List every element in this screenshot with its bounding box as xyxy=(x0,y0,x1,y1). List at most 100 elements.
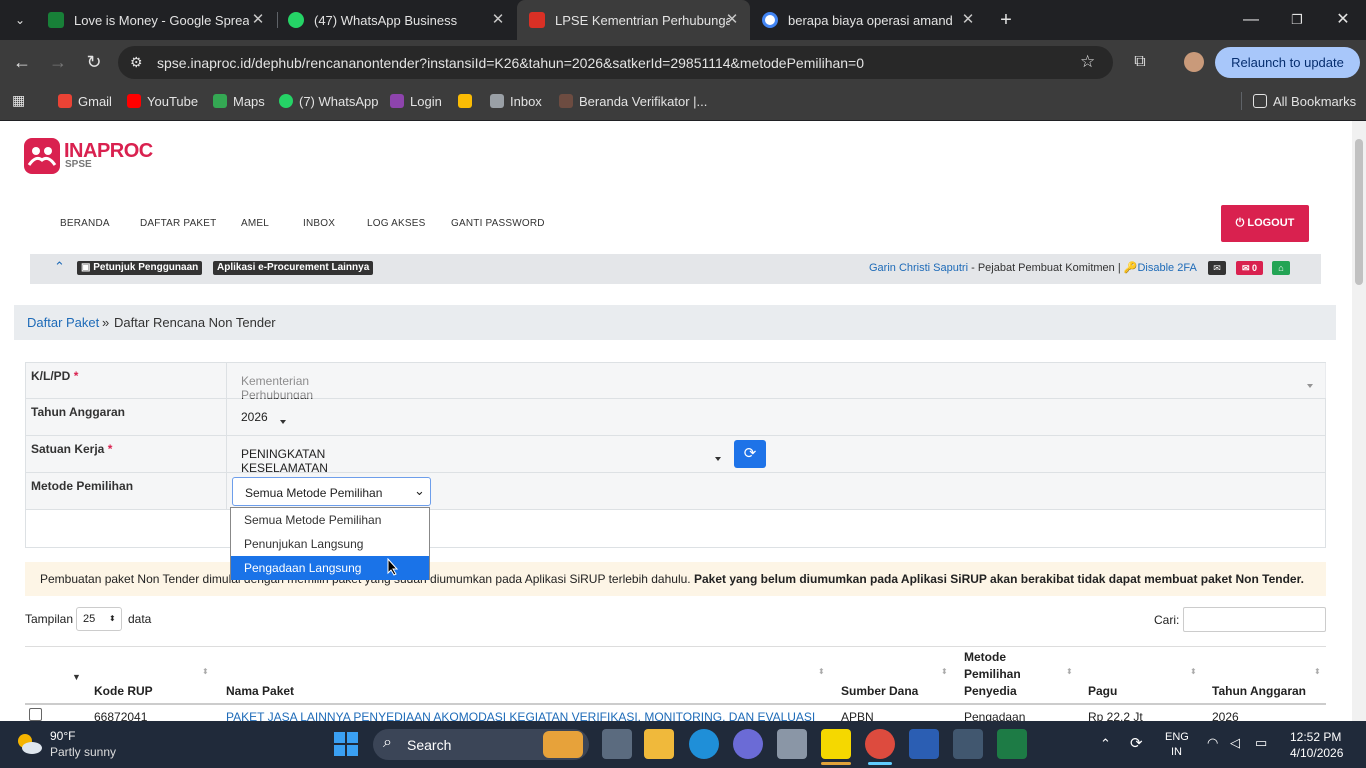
bookmark-pinwheel[interactable] xyxy=(458,92,478,110)
logout-button[interactable]: ⏻ LOGOUT xyxy=(1221,205,1309,242)
back-icon[interactable]: ← xyxy=(10,50,34,74)
tray-chevron-up-icon[interactable]: ⌃ xyxy=(1100,736,1111,752)
bookmark-login[interactable]: Login xyxy=(390,92,442,110)
profile-avatar[interactable] xyxy=(1184,52,1204,72)
sticky-notes-icon[interactable] xyxy=(821,729,851,759)
th-kode-rup[interactable]: Kode RUP xyxy=(94,684,153,698)
windows-start-icon[interactable] xyxy=(334,732,358,756)
forward-icon[interactable]: → xyxy=(46,50,70,74)
bookmark-youtube[interactable]: YouTube xyxy=(127,92,198,110)
sort-icon: ⬍ xyxy=(1314,667,1321,676)
page-scrollbar[interactable] xyxy=(1352,121,1366,721)
file-explorer-icon[interactable] xyxy=(644,729,674,759)
weather-desc[interactable]: Partly sunny xyxy=(50,745,116,759)
cell-nama-paket-link[interactable]: PAKET JASA LAINNYA PENYEDIAAN AKOMODASI … xyxy=(226,710,821,721)
refresh-button[interactable]: ⟳ xyxy=(734,440,766,468)
close-icon[interactable]: ✕ xyxy=(960,11,976,29)
user-name-link[interactable]: Garin Christi Saputri xyxy=(869,262,968,274)
scrollbar-thumb[interactable] xyxy=(1355,139,1363,285)
window-close-icon[interactable]: ✕ xyxy=(1328,8,1358,32)
th-tahun-anggaran[interactable]: Tahun Anggaran xyxy=(1212,684,1306,698)
close-icon[interactable]: ✕ xyxy=(724,11,740,29)
option-pengadaan-langsung[interactable]: Pengadaan Langsung xyxy=(231,556,429,580)
weather-icon[interactable] xyxy=(14,731,44,757)
length-select[interactable]: 25 ⬍ xyxy=(76,607,122,631)
all-bookmarks[interactable]: All Bookmarks xyxy=(1253,92,1356,110)
nav-beranda[interactable]: BERANDA xyxy=(60,218,110,229)
sort-desc-icon[interactable]: ▼ xyxy=(72,672,81,682)
close-icon[interactable]: ✕ xyxy=(490,11,506,29)
inbox-open-icon[interactable]: ⌂ xyxy=(1272,261,1290,275)
th-nama-paket[interactable]: Nama Paket xyxy=(226,684,294,698)
chrome-icon[interactable] xyxy=(865,729,895,759)
apps-grid-icon[interactable]: ▦ xyxy=(12,92,28,108)
language-region[interactable]: IN xyxy=(1171,746,1182,758)
taskbar-search[interactable]: ⌕ Search xyxy=(373,729,589,760)
mail-alert-badge[interactable]: ✉ 0 xyxy=(1236,261,1263,275)
whatsapp-icon xyxy=(279,94,293,108)
envelope-icon[interactable]: ✉ xyxy=(1208,261,1226,275)
battery-icon[interactable]: ▭ xyxy=(1255,735,1267,751)
sync-icon[interactable]: ⟳ xyxy=(1130,734,1143,752)
tab-google-search[interactable]: berapa biaya operasi amandel - ✕ xyxy=(750,0,986,40)
nav-inbox[interactable]: INBOX xyxy=(303,218,335,229)
th-pagu[interactable]: Pagu xyxy=(1088,684,1117,698)
tab-search-icon[interactable]: ⌄ xyxy=(8,8,32,32)
row-checkbox[interactable] xyxy=(29,708,42,721)
tab-lpse[interactable]: LPSE Kementrian Perhubungan ✕ xyxy=(517,0,750,40)
bookmark-whatsapp[interactable]: (7) WhatsApp xyxy=(279,92,378,110)
language-code[interactable]: ENG xyxy=(1165,731,1189,743)
url-text[interactable]: spse.inaproc.id/dephub/rencananontender?… xyxy=(157,55,864,71)
app-icon[interactable] xyxy=(733,729,763,759)
address-bar[interactable]: ⚙ spse.inaproc.id/dephub/rencananontende… xyxy=(118,46,1113,79)
excel-icon[interactable] xyxy=(997,729,1027,759)
site-info-icon[interactable]: ⚙ xyxy=(130,54,143,71)
bookmark-star-icon[interactable]: ☆ xyxy=(1080,52,1095,72)
bookmark-inbox[interactable]: Inbox xyxy=(490,92,542,110)
tab-spreadsheet[interactable]: Love is Money - Google Spread ✕ xyxy=(36,0,276,40)
pinwheel-icon xyxy=(458,94,472,108)
petunjuk-penggunaan-link[interactable]: ▣ Petunjuk Penggunaan xyxy=(77,261,203,275)
nav-daftar-paket[interactable]: DAFTAR PAKET xyxy=(140,218,216,229)
breadcrumb-daftar-paket[interactable]: Daftar Paket xyxy=(27,315,99,330)
option-semua-metode[interactable]: Semua Metode Pemilihan xyxy=(231,508,429,532)
new-tab-icon[interactable]: + xyxy=(994,8,1018,32)
restore-icon[interactable]: ❐ xyxy=(1282,8,1312,32)
calculator-icon[interactable] xyxy=(953,729,983,759)
nav-log-akses[interactable]: LOG AKSES xyxy=(367,218,426,229)
tahun-select[interactable]: 2026 xyxy=(226,399,286,435)
verifikator-icon xyxy=(559,94,573,108)
aplikasi-eproc-link[interactable]: Aplikasi e-Procurement Lainnya xyxy=(213,261,374,275)
extensions-icon[interactable]: ⧉ xyxy=(1128,50,1152,74)
camera-icon[interactable] xyxy=(777,729,807,759)
taskview-icon[interactable] xyxy=(602,729,632,759)
wifi-icon[interactable]: ◠ xyxy=(1207,735,1218,751)
weather-temp[interactable]: 90°F xyxy=(50,729,75,743)
bookmark-gmail[interactable]: Gmail xyxy=(58,92,112,110)
table-search-input[interactable] xyxy=(1183,607,1326,632)
th-metode-pemilihan[interactable]: Metode Pemilihan Penyedia xyxy=(964,649,1044,700)
reload-icon[interactable]: ↻ xyxy=(82,50,106,74)
clock-date[interactable]: 4/10/2026 xyxy=(1290,746,1343,760)
metode-select[interactable]: Semua Metode Pemilihan ⌄ xyxy=(232,477,431,506)
maps-icon xyxy=(213,94,227,108)
word-icon[interactable] xyxy=(909,729,939,759)
row-empty xyxy=(25,510,1326,548)
relaunch-button[interactable]: Relaunch to update xyxy=(1215,47,1360,78)
bookmark-maps[interactable]: Maps xyxy=(213,92,265,110)
tab-whatsapp[interactable]: (47) WhatsApp Business ✕ xyxy=(276,0,516,40)
close-icon[interactable]: ✕ xyxy=(250,11,266,29)
site-logo-sub: SPSE xyxy=(65,159,92,170)
disable-2fa-link[interactable]: 🔑Disable 2FA xyxy=(1124,262,1197,274)
nav-amel[interactable]: AMEL xyxy=(241,218,269,229)
clock-time[interactable]: 12:52 PM xyxy=(1290,730,1341,744)
th-sumber-dana[interactable]: Sumber Dana xyxy=(841,684,918,698)
collapse-up-icon[interactable]: ⌃ xyxy=(54,259,65,275)
nav-ganti-password[interactable]: GANTI PASSWORD xyxy=(451,218,545,229)
option-penunjukan-langsung[interactable]: Penunjukan Langsung xyxy=(231,532,429,556)
bookmark-beranda-verifikator[interactable]: Beranda Verifikator |... xyxy=(559,92,707,110)
minimize-icon[interactable]: — xyxy=(1236,8,1266,32)
klpd-select[interactable]: Kementerian Perhubungan xyxy=(226,363,1326,402)
edge-icon[interactable] xyxy=(689,729,719,759)
volume-icon[interactable]: ◁ xyxy=(1230,735,1240,751)
